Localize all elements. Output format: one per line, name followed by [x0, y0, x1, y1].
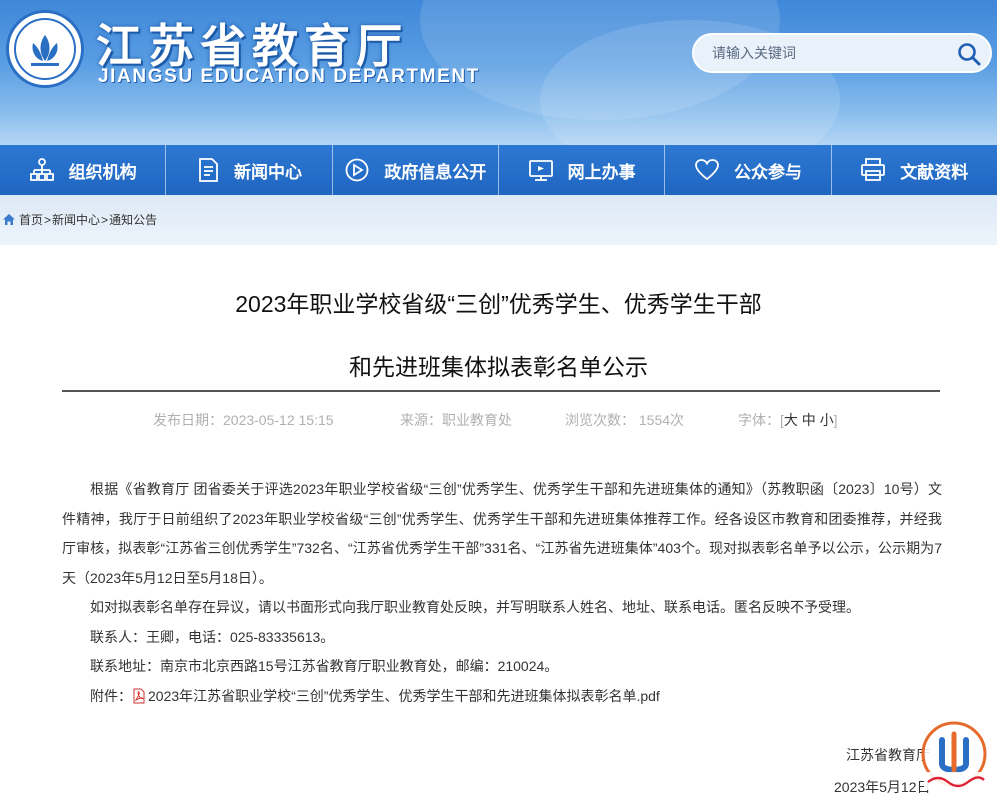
breadcrumb-news[interactable]: 新闻中心 — [52, 211, 100, 228]
paragraph: 如对拟表彰名单存在异议，请以书面形式向我厅职业教育处反映，并写明联系人姓名、地址… — [90, 599, 860, 615]
font-large-button[interactable]: 大 — [784, 412, 798, 428]
article-container: 2023年职业学校省级“三创”优秀学生、优秀学生干部 和先进班集体拟表彰名单公示… — [0, 245, 997, 799]
nav-item-gov-info[interactable]: 政府信息公开 — [333, 145, 499, 195]
article-title-line2: 和先进班集体拟表彰名单公示 — [349, 354, 648, 380]
breadcrumb-bar: 首页 > 新闻中心 > 通知公告 — [0, 195, 997, 245]
article-body: 根据《省教育厅 团省委关于评选2023年职业学校省级“三创”优秀学生、优秀学生干… — [62, 475, 942, 711]
publish-date: 发布日期：2023-05-12 15:15 — [153, 412, 334, 428]
nav-label: 网上办事 — [567, 162, 636, 182]
title-divider — [62, 390, 940, 392]
search-input[interactable] — [712, 45, 952, 61]
monitor-icon — [528, 160, 553, 181]
site-header: 江苏省教育厅 JIANGSU EDUCATION DEPARTMENT — [0, 0, 997, 145]
contact-address: 联系地址：南京市北京西路15号江苏省教育厅职业教育处，邮编：210024。 — [90, 658, 559, 674]
font-small-button[interactable]: 小 — [820, 412, 834, 428]
paragraph: 根据《省教育厅 团省委关于评选2023年职业学校省级“三创”优秀学生、优秀学生干… — [62, 481, 942, 586]
breadcrumb-separator: > — [44, 212, 52, 227]
printer-icon — [861, 158, 886, 181]
org-chart-icon — [29, 158, 54, 181]
attachment-label: 附件： — [90, 687, 132, 704]
attachment-link[interactable]: 2023年江苏省职业学校“三创”优秀学生、优秀学生干部和先进班集体拟表彰名单.p… — [148, 688, 660, 704]
nav-label: 政府信息公开 — [384, 162, 487, 182]
logo-emblem-icon — [14, 18, 76, 80]
breadcrumb-current[interactable]: 通知公告 — [109, 211, 157, 228]
article-source: 来源：职业教育处 — [400, 412, 512, 428]
bracket-close: ] — [833, 412, 838, 428]
nav-label: 新闻中心 — [233, 162, 302, 182]
nav-item-documents[interactable]: 文献资料 — [832, 145, 997, 195]
signature-date: 2023年5月12日 — [834, 779, 931, 795]
font-size-control: 字体：[大 中 小] — [738, 410, 838, 430]
home-icon — [3, 214, 15, 225]
view-count: 浏览次数： 1554次 — [565, 412, 685, 428]
attachment: 附件： 2023年江苏省职业学校“三创”优秀学生、优秀学生干部和先进班集体拟表彰… — [62, 682, 942, 712]
breadcrumb-separator: > — [101, 212, 109, 227]
nav-label: 公众参与 — [733, 162, 802, 182]
site-logo[interactable] — [6, 10, 84, 88]
nav-label: 组织机构 — [68, 162, 137, 182]
nav-item-online-services[interactable]: 网上办事 — [499, 145, 666, 195]
font-medium-button[interactable]: 中 — [802, 412, 816, 428]
site-subtitle: JIANGSU EDUCATION DEPARTMENT — [98, 66, 480, 87]
nav-item-public-participation[interactable]: 公众参与 — [665, 145, 832, 195]
watermark-logo — [921, 721, 987, 790]
search-box — [692, 33, 992, 73]
main-nav: 组织机构 新闻中心 政府信息公开 网上办事 公众参与 文献资料 — [0, 145, 997, 195]
contact-person: 联系人：王卿，电话：025-83335613。 — [90, 628, 335, 645]
compass-icon — [345, 158, 369, 182]
font-size-label: 字体： — [738, 412, 780, 428]
nav-item-organization[interactable]: 组织机构 — [0, 145, 167, 195]
breadcrumb: 首页 > 新闻中心 > 通知公告 — [2, 211, 157, 228]
nav-label: 文献资料 — [900, 162, 969, 182]
breadcrumb-home[interactable]: 首页 — [19, 211, 43, 228]
article-title-line1: 2023年职业学校省级“三创”优秀学生、优秀学生干部 — [235, 291, 762, 317]
search-icon[interactable] — [956, 41, 982, 67]
nav-item-news[interactable]: 新闻中心 — [166, 145, 333, 195]
heart-icon — [695, 159, 719, 181]
document-icon — [199, 158, 218, 182]
pdf-icon — [133, 688, 145, 703]
